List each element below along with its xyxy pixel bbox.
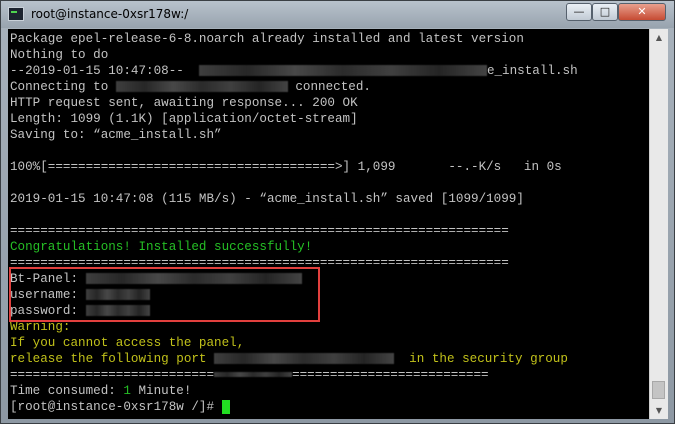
close-button[interactable]: ✕ <box>618 3 666 21</box>
redacted-ports <box>214 353 395 365</box>
success-message: Congratulations! Installed successfully! <box>10 240 313 254</box>
title-bar[interactable]: root@instance-0xsr178w:/ — □ ✕ <box>1 1 674 28</box>
scroll-up-icon[interactable]: ▲ <box>650 29 668 46</box>
vertical-scrollbar[interactable]: ▲ ▼ <box>649 29 668 419</box>
warning-line: release the following port in the securi… <box>10 352 568 366</box>
separator-line: ========================================… <box>10 224 509 238</box>
terminal-icon[interactable] <box>8 7 24 21</box>
terminal-output[interactable]: Package epel-release-6-8.noarch already … <box>8 29 649 419</box>
terminal-line: HTTP request sent, awaiting response... … <box>10 96 358 110</box>
progress-line: 100%[===================================… <box>10 160 562 174</box>
terminal-window: root@instance-0xsr178w:/ — □ ✕ Package e… <box>0 0 675 424</box>
terminal-line: Connecting to connected. <box>10 80 371 94</box>
shell-prompt[interactable]: [root@instance-0xsr178w /]# <box>10 399 230 415</box>
redacted-url <box>198 65 487 77</box>
time-consumed-line: Time consumed: 1 Minute! <box>10 384 192 398</box>
redacted-host <box>115 81 288 93</box>
terminal-line: Saving to: “acme_install.sh” <box>10 128 222 142</box>
redacted-segment <box>214 372 293 378</box>
warning-line: If you cannot access the panel, <box>10 336 245 350</box>
terminal-line: Nothing to do <box>10 48 109 62</box>
maximize-button[interactable]: □ <box>592 3 618 21</box>
text-cursor <box>221 399 230 414</box>
terminal-line: Length: 1099 (1.1K) [application/octet-s… <box>10 112 358 126</box>
minimize-button[interactable]: — <box>566 3 592 21</box>
scroll-down-icon[interactable]: ▼ <box>650 402 668 419</box>
terminal-line: 2019-01-15 10:47:08 (115 MB/s) - “acme_i… <box>10 192 524 206</box>
terminal-line: Package epel-release-6-8.noarch already … <box>10 32 524 46</box>
window-title: root@instance-0xsr178w:/ <box>31 7 189 21</box>
terminal-line: --2019-01-15 10:47:08-- e_install.sh <box>10 64 578 78</box>
scroll-thumb[interactable] <box>652 381 665 399</box>
separator-line: ========================================… <box>10 368 489 382</box>
credentials-highlight-box <box>9 267 320 322</box>
